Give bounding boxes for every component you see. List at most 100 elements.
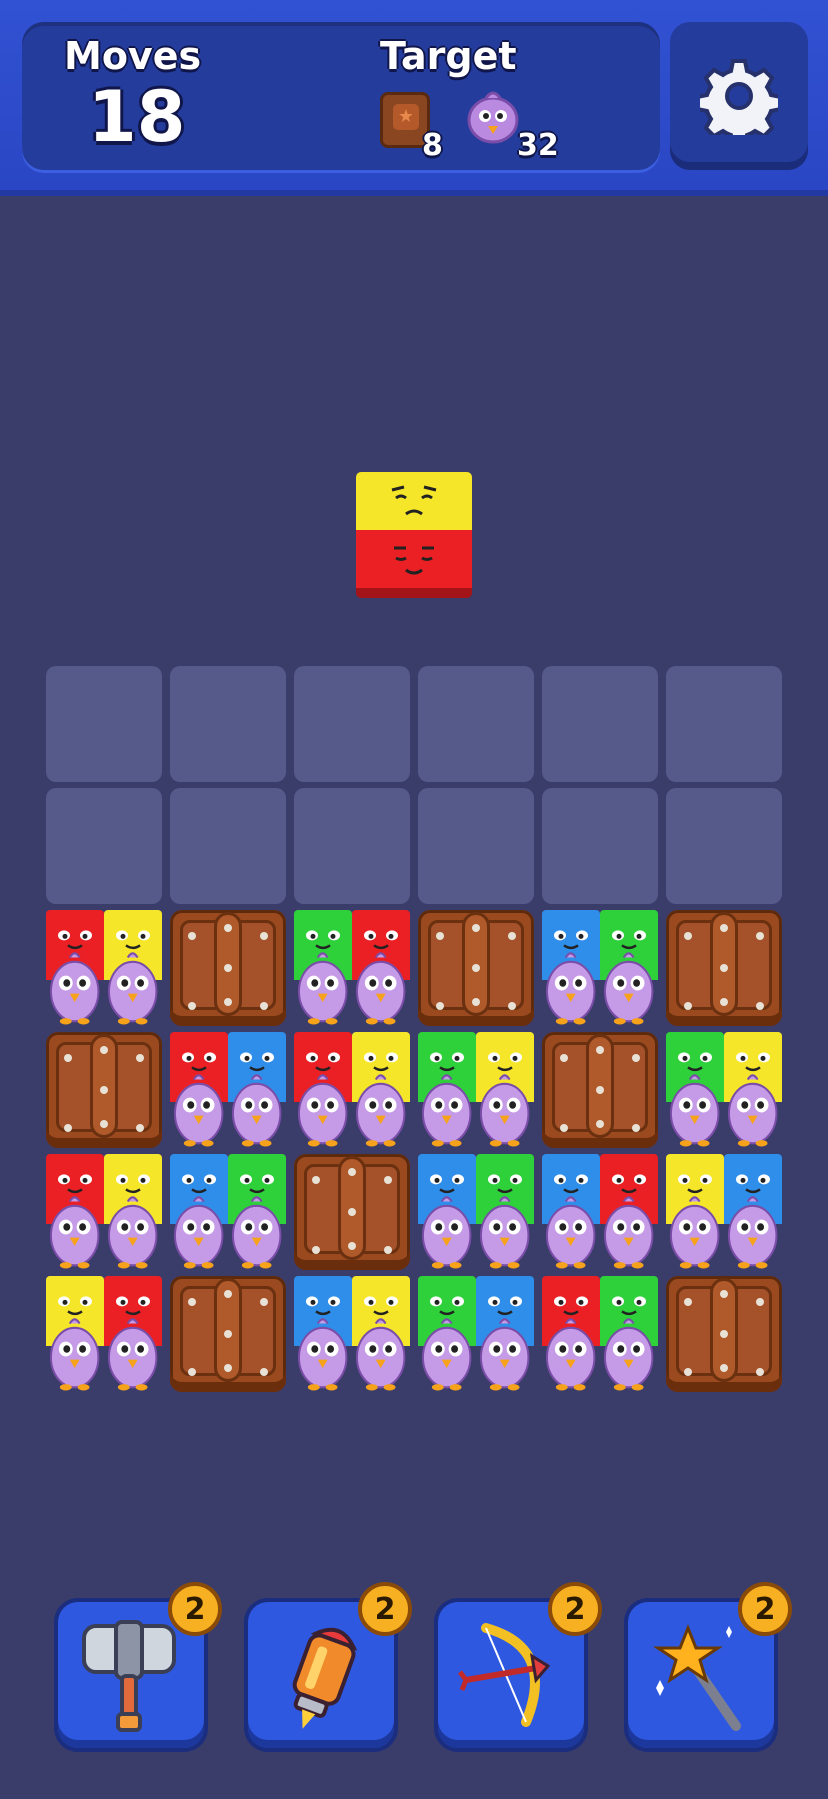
crate-bolt — [188, 1368, 196, 1376]
magic-wand-icon — [653, 1623, 741, 1731]
bird-icon — [298, 952, 348, 1025]
tile-green[interactable] — [666, 1032, 724, 1148]
crate-bolt — [756, 1002, 764, 1010]
tile-green[interactable] — [476, 1154, 534, 1270]
rocket-booster-button[interactable]: 2 — [248, 1582, 412, 1748]
empty-slot[interactable] — [418, 666, 534, 782]
bird-icon — [604, 1318, 654, 1391]
empty-slot[interactable] — [542, 666, 658, 782]
tile-pair[interactable] — [170, 1154, 286, 1270]
crate-bolt — [260, 1002, 268, 1010]
crate-bolt — [508, 1002, 516, 1010]
crate-bolt — [720, 964, 728, 972]
empty-slot[interactable] — [46, 666, 162, 782]
tile-blue[interactable] — [418, 1154, 476, 1270]
tile-red[interactable] — [294, 1032, 352, 1148]
empty-slot[interactable] — [170, 788, 286, 904]
tile-pair[interactable] — [542, 1276, 658, 1392]
tile-green[interactable] — [600, 1276, 658, 1392]
tile-green[interactable] — [418, 1032, 476, 1148]
tile-yellow[interactable] — [46, 1276, 104, 1392]
tile-yellow[interactable] — [104, 910, 162, 1026]
tile-pair[interactable] — [666, 1154, 782, 1270]
moves-counter: 18 — [88, 76, 186, 158]
bird-icon — [298, 1074, 348, 1147]
empty-slot[interactable] — [294, 788, 410, 904]
tile-blue[interactable] — [724, 1154, 782, 1270]
game-board[interactable] — [46, 666, 782, 1392]
crate-bolt — [348, 1168, 356, 1176]
tile-red[interactable] — [46, 1154, 104, 1270]
tile-blue[interactable] — [476, 1276, 534, 1392]
crate-bolt — [224, 924, 232, 932]
crate-bolt — [720, 1364, 728, 1372]
empty-slot[interactable] — [666, 666, 782, 782]
empty-slot[interactable] — [542, 788, 658, 904]
crate-bolt — [384, 1176, 392, 1184]
empty-slot[interactable] — [418, 788, 534, 904]
crate-bolt — [136, 1124, 144, 1132]
settings-button[interactable] — [670, 22, 808, 170]
tile-red[interactable] — [600, 1154, 658, 1270]
tile-blue[interactable] — [170, 1154, 228, 1270]
tile-green[interactable] — [600, 910, 658, 1026]
empty-slot[interactable] — [46, 788, 162, 904]
crate-bolt — [684, 1002, 692, 1010]
tile-yellow[interactable] — [724, 1032, 782, 1148]
wooden-crate — [170, 910, 286, 1026]
tile-pair[interactable] — [418, 1032, 534, 1148]
crate-bolt — [100, 1120, 108, 1128]
bow-icon — [458, 1623, 551, 1727]
falling-piece[interactable] — [356, 472, 472, 602]
tile-green[interactable] — [294, 910, 352, 1026]
tile-pair[interactable] — [542, 1154, 658, 1270]
tile-pair[interactable] — [46, 1154, 162, 1270]
tile-blue[interactable] — [228, 1032, 286, 1148]
tile-yellow[interactable] — [476, 1032, 534, 1148]
bow-booster-button[interactable]: 2 — [438, 1582, 602, 1748]
target-crate-count: 8 — [422, 128, 443, 163]
tile-pair[interactable] — [542, 910, 658, 1026]
empty-slot[interactable] — [666, 788, 782, 904]
crate-bolt — [720, 998, 728, 1006]
tile-red[interactable] — [352, 910, 410, 1026]
tile-pair[interactable] — [418, 1276, 534, 1392]
tile-pair[interactable] — [418, 1154, 534, 1270]
crate-bolt — [632, 1054, 640, 1062]
tile-yellow[interactable] — [104, 1154, 162, 1270]
tile-pair[interactable] — [294, 1276, 410, 1392]
tile-green[interactable] — [418, 1276, 476, 1392]
crate-bolt — [260, 1368, 268, 1376]
tile-blue[interactable] — [542, 1154, 600, 1270]
crate-bolt — [684, 932, 692, 940]
tile-pair[interactable] — [46, 1276, 162, 1392]
tile-red[interactable] — [46, 910, 104, 1026]
hammer-count-badge: 2 — [168, 1582, 222, 1636]
tile-pair[interactable] — [294, 910, 410, 1026]
tile-red[interactable] — [104, 1276, 162, 1392]
crate-bolt — [100, 1046, 108, 1054]
tile-blue[interactable] — [294, 1276, 352, 1392]
empty-slot[interactable] — [170, 666, 286, 782]
worried-face-icon — [391, 485, 437, 516]
crate-bolt — [188, 1298, 196, 1306]
tile-yellow[interactable] — [352, 1276, 410, 1392]
hammer-booster-button[interactable]: 2 — [58, 1582, 222, 1748]
tile-red[interactable] — [542, 1276, 600, 1392]
tile-pair[interactable] — [170, 1032, 286, 1148]
empty-slot[interactable] — [294, 666, 410, 782]
magic-wand-booster-button[interactable]: 2 — [628, 1582, 792, 1748]
tile-red[interactable] — [170, 1032, 228, 1148]
tile-blue[interactable] — [542, 910, 600, 1026]
crate-bolt — [188, 932, 196, 940]
crate-bolt — [596, 1046, 604, 1054]
tile-pair[interactable] — [666, 1032, 782, 1148]
tile-yellow[interactable] — [666, 1154, 724, 1270]
crate-bolt — [508, 932, 516, 940]
tile-pair[interactable] — [294, 1032, 410, 1148]
tile-green[interactable] — [228, 1154, 286, 1270]
tile-pair[interactable] — [46, 910, 162, 1026]
bird-icon — [50, 1318, 100, 1391]
tile-yellow[interactable] — [352, 1032, 410, 1148]
bird-icon — [108, 1318, 158, 1391]
